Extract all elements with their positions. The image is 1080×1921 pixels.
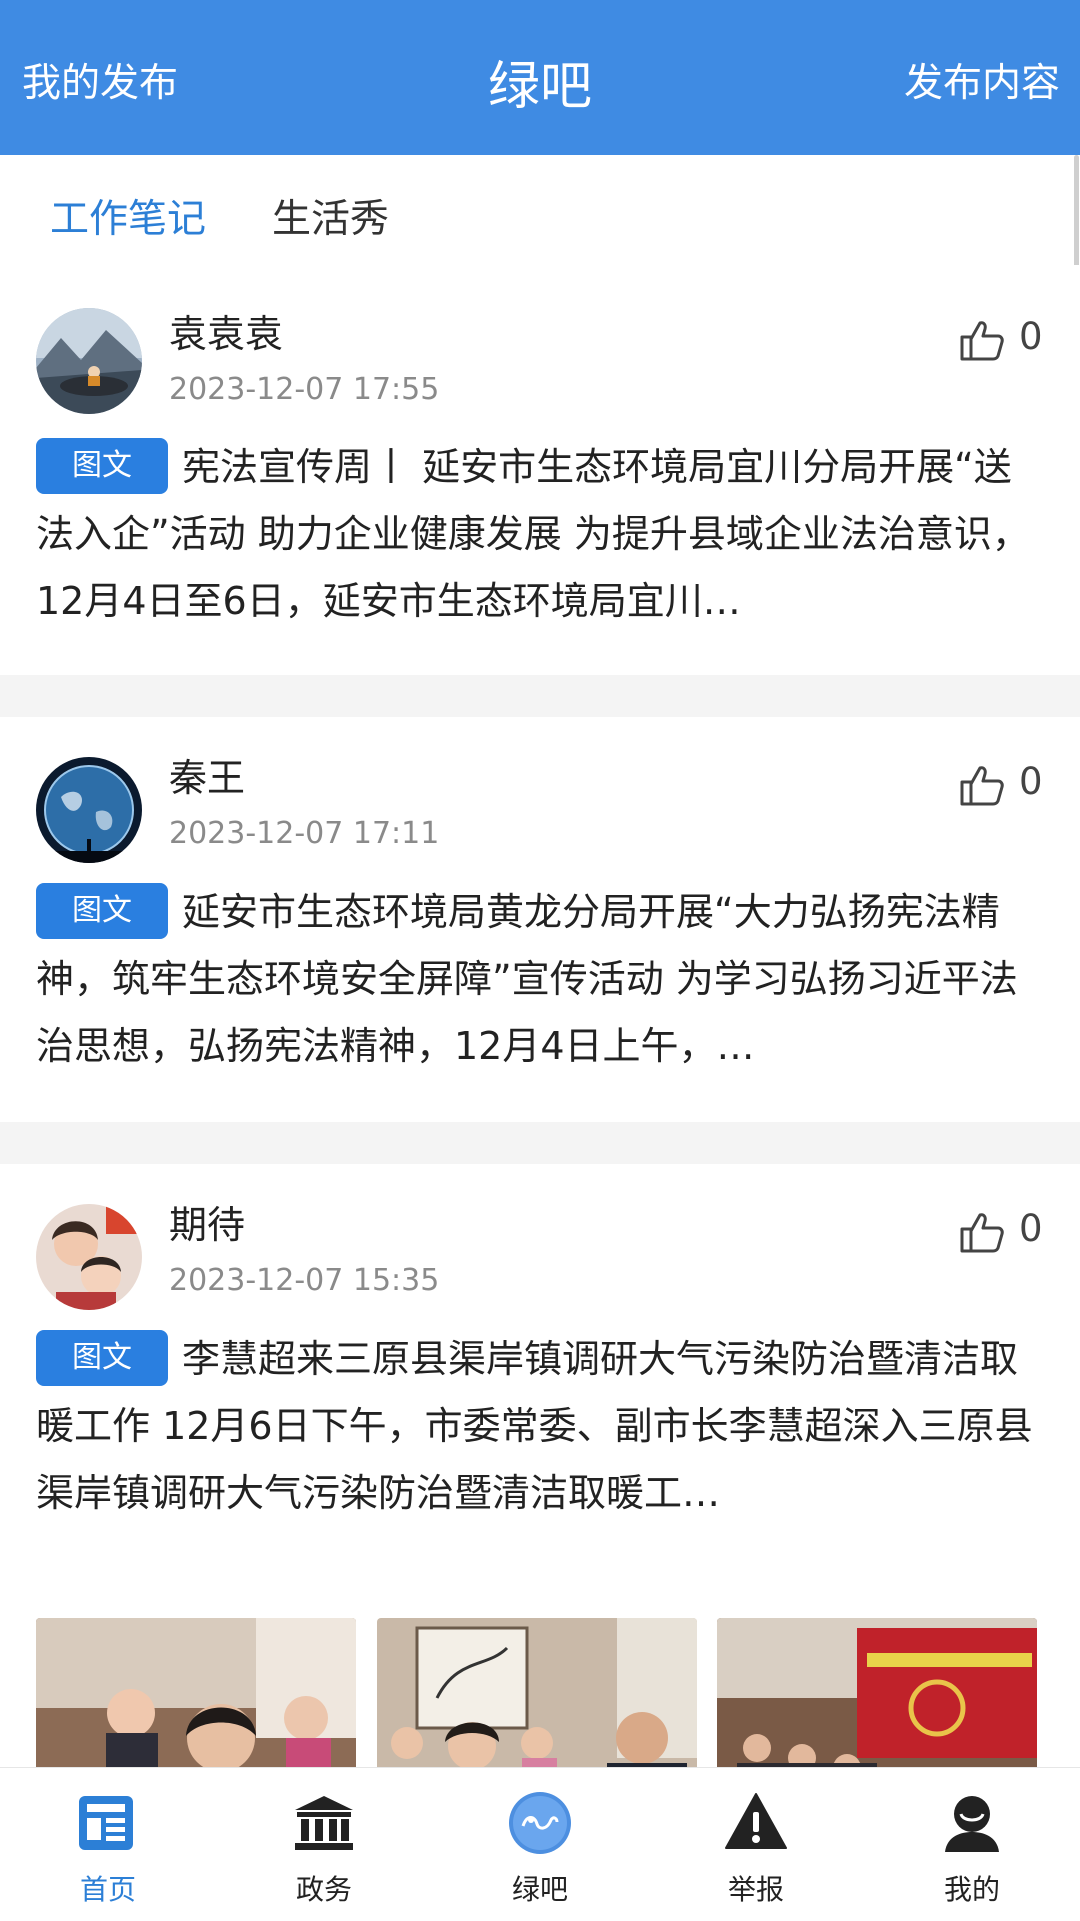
tab-life-show[interactable]: 生活秀: [272, 188, 389, 244]
divider: [0, 675, 1080, 717]
thumbs-up-icon[interactable]: [958, 762, 1006, 810]
post-time: 2023-12-07 15:35: [169, 1263, 440, 1298]
category-tabs: 工作笔记 生活秀: [0, 155, 1080, 265]
lvba-logo-icon: [509, 1792, 571, 1854]
post-time: 2023-12-07 17:11: [169, 816, 440, 851]
nav-report-label: 举报: [727, 1873, 784, 1906]
divider: [0, 1122, 1080, 1164]
post-type-badge: 图文: [36, 883, 168, 939]
like-count: 0: [1019, 760, 1043, 803]
post-text: 延安市生态环境局黄龙分局开展“大力弘扬宪法精神，筑牢生态环境安全屏障”宣传活动 …: [36, 890, 1018, 1068]
tab-work-notes[interactable]: 工作笔记: [50, 188, 206, 244]
app-header: 我的发布 绿吧 发布内容: [0, 0, 1080, 155]
avatar[interactable]: [36, 308, 142, 414]
nav-lvba-label: 绿吧: [511, 1873, 568, 1906]
post-card[interactable]: 袁袁袁 2023-12-07 17:55 0 图文 宪法宣传周丨 延安市生态环境局…: [0, 265, 1080, 675]
author-name[interactable]: 袁袁袁: [169, 303, 283, 358]
post-type-badge: 图文: [36, 1330, 168, 1386]
nav-mine[interactable]: 我的: [864, 1768, 1080, 1921]
government-building-icon: [295, 1796, 353, 1850]
post-type-badge: 图文: [36, 438, 168, 494]
post-time: 2023-12-07 17:55: [169, 372, 440, 407]
post-text: 李慧超来三原县渠岸镇调研大气污染防治暨清洁取暖工作 12月6日下午，市委常委、副…: [36, 1337, 1033, 1515]
post-photo[interactable]: [717, 1618, 1037, 1767]
nav-report[interactable]: 举报: [648, 1768, 864, 1921]
user-icon: [945, 1796, 999, 1852]
thumbs-up-icon[interactable]: [958, 317, 1006, 365]
like-count: 0: [1019, 315, 1043, 358]
post-text: 宪法宣传周丨 延安市生态环境局宜川分局开展“送法入企”活动 助力企业健康发展 为…: [36, 445, 1030, 623]
like-count: 0: [1019, 1207, 1043, 1250]
post-card[interactable]: 期待 2023-12-07 15:35 0 图文 李慧超来三原县渠岸镇调研大气污染…: [0, 1164, 1080, 1767]
nav-government[interactable]: 政务: [216, 1768, 432, 1921]
author-name[interactable]: 秦王: [169, 747, 245, 802]
post-content[interactable]: 图文 宪法宣传周丨 延安市生态环境局宜川分局开展“送法入企”活动 助力企业健康发展…: [36, 434, 1046, 635]
nav-government-label: 政务: [295, 1873, 352, 1906]
news-icon: [79, 1796, 133, 1850]
nav-home-label: 首页: [79, 1873, 136, 1906]
thumbs-up-icon[interactable]: [958, 1209, 1006, 1257]
post-photo[interactable]: [377, 1618, 697, 1767]
avatar[interactable]: [36, 757, 142, 863]
post-card[interactable]: 秦王 2023-12-07 17:11 0 图文 延安市生态环境局黄龙分局开展“大…: [0, 717, 1080, 1122]
nav-mine-label: 我的: [943, 1873, 1000, 1906]
post-photo[interactable]: [36, 1618, 356, 1767]
avatar[interactable]: [36, 1204, 142, 1310]
post-content[interactable]: 图文 李慧超来三原县渠岸镇调研大气污染防治暨清洁取暖工作 12月6日下午，市委常委…: [36, 1326, 1046, 1527]
nav-home[interactable]: 首页: [0, 1768, 216, 1921]
post-feed: 袁袁袁 2023-12-07 17:55 0 图文 宪法宣传周丨 延安市生态环境局…: [0, 265, 1080, 1767]
author-name[interactable]: 期待: [169, 1194, 245, 1249]
nav-lvba[interactable]: 绿吧: [432, 1768, 648, 1921]
bottom-navigation: 首页 政务 绿吧 举报 我的: [0, 1767, 1080, 1920]
publish-content-button[interactable]: 发布内容: [904, 52, 1060, 108]
warning-icon: [725, 1793, 787, 1849]
post-content[interactable]: 图文 延安市生态环境局黄龙分局开展“大力弘扬宪法精神，筑牢生态环境安全屏障”宣传活…: [36, 879, 1046, 1080]
